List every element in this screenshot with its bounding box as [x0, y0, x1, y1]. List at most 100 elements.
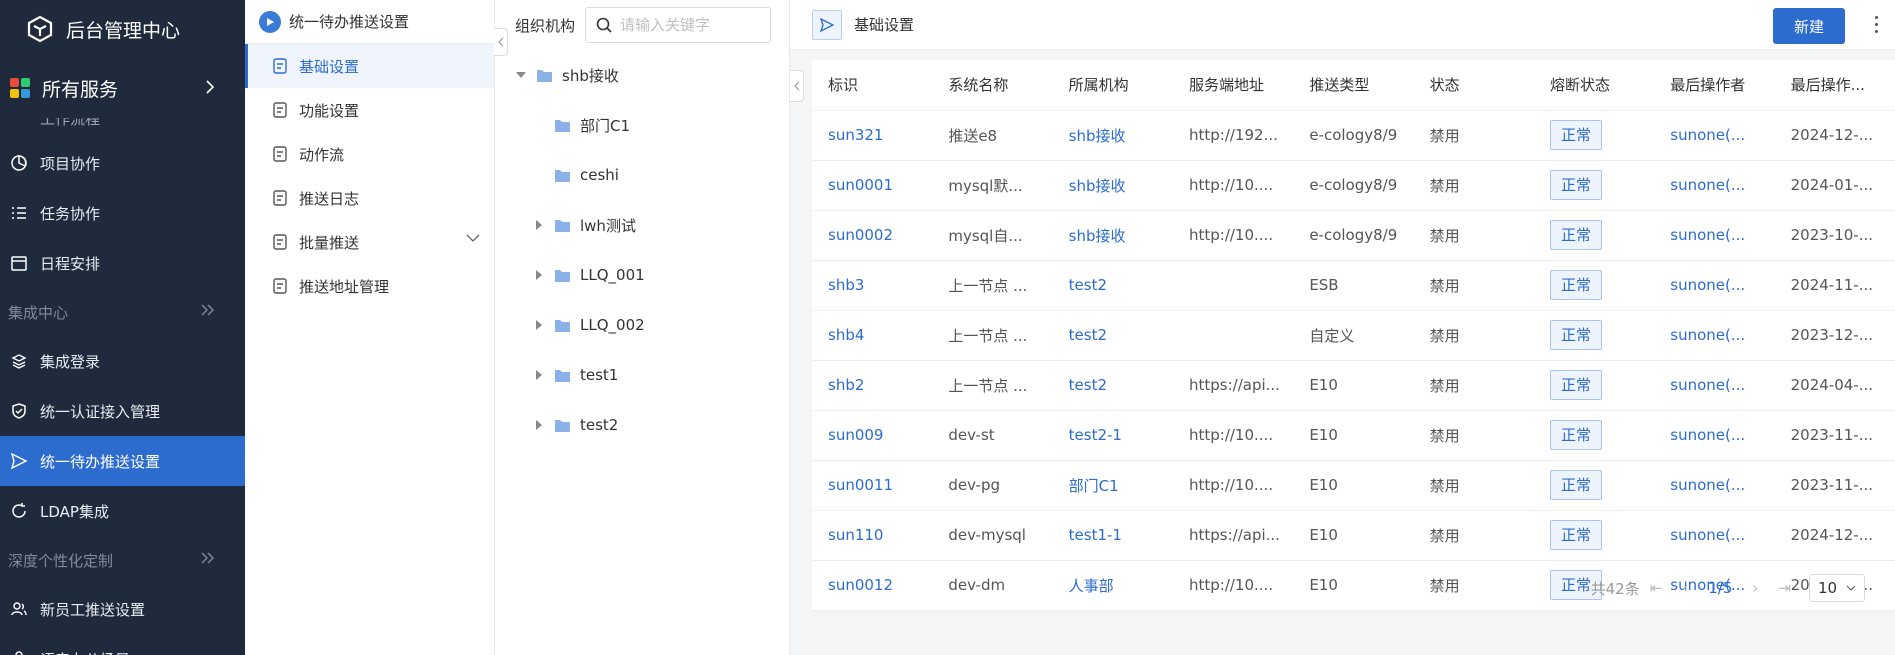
table-cell[interactable]: shb接收	[1052, 160, 1173, 211]
new-button[interactable]: 新建	[1773, 8, 1845, 44]
column-header[interactable]: 最后操作者	[1654, 60, 1775, 111]
sub-menu-item[interactable]: 动作流	[245, 132, 494, 176]
tree-node[interactable]: ceshi	[495, 150, 789, 200]
caret-right-icon[interactable]	[533, 419, 545, 431]
sub-menu-item[interactable]: 基础设置	[245, 44, 494, 88]
column-header[interactable]: 最后操作...	[1774, 60, 1895, 111]
more-icon[interactable]	[1875, 16, 1879, 37]
tree-node[interactable]: 部门C1	[495, 100, 789, 150]
table-cell: mysql默...	[932, 160, 1053, 211]
table-cell[interactable]: sun0002	[812, 210, 933, 261]
table-row[interactable]: sun321 推送e8 shb接收 http://192... e-cology8/9 禁…	[812, 110, 1895, 161]
table-row[interactable]: shb2 上一节点 ... test2 https://api... E10 禁用 正常 su…	[812, 360, 1895, 411]
log-icon	[273, 190, 287, 206]
page-size-select[interactable]: 10	[1809, 574, 1865, 602]
nav-item[interactable]: 新员工推送设置	[0, 584, 245, 634]
table-cell[interactable]: shb3	[812, 260, 933, 311]
column-header[interactable]: 标识	[812, 60, 933, 111]
first-page-icon[interactable]: ⇤	[1650, 579, 1663, 597]
column-header[interactable]: 所属机构	[1052, 60, 1173, 111]
folder-icon	[555, 419, 570, 432]
nav-item[interactable]: 集成登录	[0, 336, 245, 386]
table-row[interactable]: sun0011 dev-pg 部门C1 http://10.... E10 禁用 正常 sun…	[812, 460, 1895, 511]
sub-menu-item[interactable]: 功能设置	[245, 88, 494, 132]
nav-item-partial[interactable]: 工作流程	[0, 118, 245, 138]
column-header[interactable]: 状态	[1413, 60, 1534, 111]
task-list-icon	[12, 207, 26, 219]
table-cell[interactable]: sunone(...	[1654, 160, 1775, 211]
table-cell[interactable]: sun321	[812, 110, 933, 161]
nav-item[interactable]: 项目协作	[0, 138, 245, 188]
nav-item[interactable]: 任务协作	[0, 188, 245, 238]
sub-menu-item[interactable]: 推送地址管理	[245, 264, 494, 308]
table-row[interactable]: sun0002 mysql自... shb接收 http://10.... e-colo…	[812, 210, 1895, 261]
caret-right-icon[interactable]	[533, 319, 545, 331]
table-cell[interactable]: sun0012	[812, 560, 933, 611]
table-cell[interactable]: sun0011	[812, 460, 933, 511]
table-cell: 上一节点 ...	[932, 360, 1053, 411]
column-header[interactable]: 系统名称	[932, 60, 1053, 111]
nav-item[interactable]: 统一认证接入管理	[0, 386, 245, 436]
caret-down-icon[interactable]	[515, 69, 527, 81]
sub-menu-item[interactable]: 推送日志	[245, 176, 494, 220]
nav-group-custom[interactable]: 深度个性化定制	[0, 536, 245, 584]
table-cell[interactable]: shb接收	[1052, 110, 1173, 161]
prev-page-icon[interactable]: ‹	[1682, 579, 1688, 597]
tree-node[interactable]: LLQ_001	[495, 250, 789, 300]
tree-node[interactable]: test1	[495, 350, 789, 400]
table-row[interactable]: sun0001 mysql默... shb接收 http://10.... e-colo…	[812, 160, 1895, 211]
table-cell[interactable]: sunone(...	[1654, 460, 1775, 511]
next-page-icon[interactable]: ›	[1752, 579, 1758, 597]
tree-node[interactable]: test2	[495, 400, 789, 450]
column-header[interactable]: 推送类型	[1293, 60, 1414, 111]
table-cell[interactable]: test2	[1052, 310, 1173, 361]
caret-right-icon[interactable]	[533, 369, 545, 381]
nav-item[interactable]: LDAP集成	[0, 486, 245, 536]
table-cell[interactable]: sunone(...	[1654, 410, 1775, 461]
table-cell[interactable]: sunone(...	[1654, 310, 1775, 361]
table-cell[interactable]: 部门C1	[1052, 460, 1173, 511]
table-cell[interactable]: test2	[1052, 360, 1173, 411]
table-cell: E10	[1293, 510, 1414, 561]
table-cell[interactable]: sunone(...	[1654, 260, 1775, 311]
table-cell[interactable]: test1-1	[1052, 510, 1173, 561]
nav-item[interactable]: 日程安排	[0, 238, 245, 288]
tree-node[interactable]: lwh测试	[495, 200, 789, 250]
tree-node[interactable]: LLQ_002	[495, 300, 789, 350]
table-cell[interactable]: sunone(...	[1654, 360, 1775, 411]
caret-right-icon[interactable]	[533, 219, 545, 231]
table-cell[interactable]: test2	[1052, 260, 1173, 311]
table-cell[interactable]: shb接收	[1052, 210, 1173, 261]
column-header[interactable]: 服务端地址	[1172, 60, 1294, 111]
table-row[interactable]: sun110 dev-mysql test1-1 https://api... E10 禁…	[812, 510, 1895, 561]
table-row[interactable]: shb3 上一节点 ... test2 ESB 禁用 正常 sunone(... 2024-1…	[812, 260, 1895, 311]
table-cell[interactable]: shb2	[812, 360, 933, 411]
table-cell[interactable]: sun110	[812, 510, 933, 561]
table-cell[interactable]: 人事部	[1052, 560, 1173, 611]
table-row[interactable]: sun009 dev-st test2-1 http://10.... E10 禁用 正常 s…	[812, 410, 1895, 461]
sub-menu-item[interactable]: 批量推送	[245, 220, 494, 264]
table-cell[interactable]: sunone(...	[1654, 110, 1775, 161]
tree-node[interactable]: shb接收	[495, 50, 789, 100]
table-cell[interactable]: test2-1	[1052, 410, 1173, 461]
table-cell[interactable]: shb4	[812, 310, 933, 361]
total-count: 共42条	[1590, 579, 1640, 598]
brand[interactable]: 后台管理中心	[0, 0, 245, 58]
collapse-tree-handle[interactable]	[790, 70, 804, 102]
table-cell[interactable]: sunone(...	[1654, 210, 1775, 261]
org-search-input[interactable]	[620, 16, 761, 34]
column-header[interactable]: 熔断状态	[1533, 60, 1655, 111]
tree-node-label: shb接收	[562, 66, 619, 85]
nav-item[interactable]: 语音办公场景	[0, 634, 245, 655]
table-cell[interactable]: sunone(...	[1654, 510, 1775, 561]
table-cell: 正常	[1533, 160, 1655, 211]
nav-group-integration[interactable]: 集成中心	[0, 288, 245, 336]
table-cell[interactable]: sun0001	[812, 160, 933, 211]
nav-item[interactable]: 统一待办推送设置	[0, 436, 245, 486]
table-row[interactable]: shb4 上一节点 ... test2 自定义 禁用 正常 sunone(... 2023-1…	[812, 310, 1895, 361]
all-services-button[interactable]: 所有服务	[0, 58, 245, 118]
table-cell[interactable]: sun009	[812, 410, 933, 461]
caret-right-icon[interactable]	[533, 269, 545, 281]
org-search[interactable]	[585, 7, 772, 43]
last-page-icon[interactable]: ⇥	[1778, 579, 1791, 597]
